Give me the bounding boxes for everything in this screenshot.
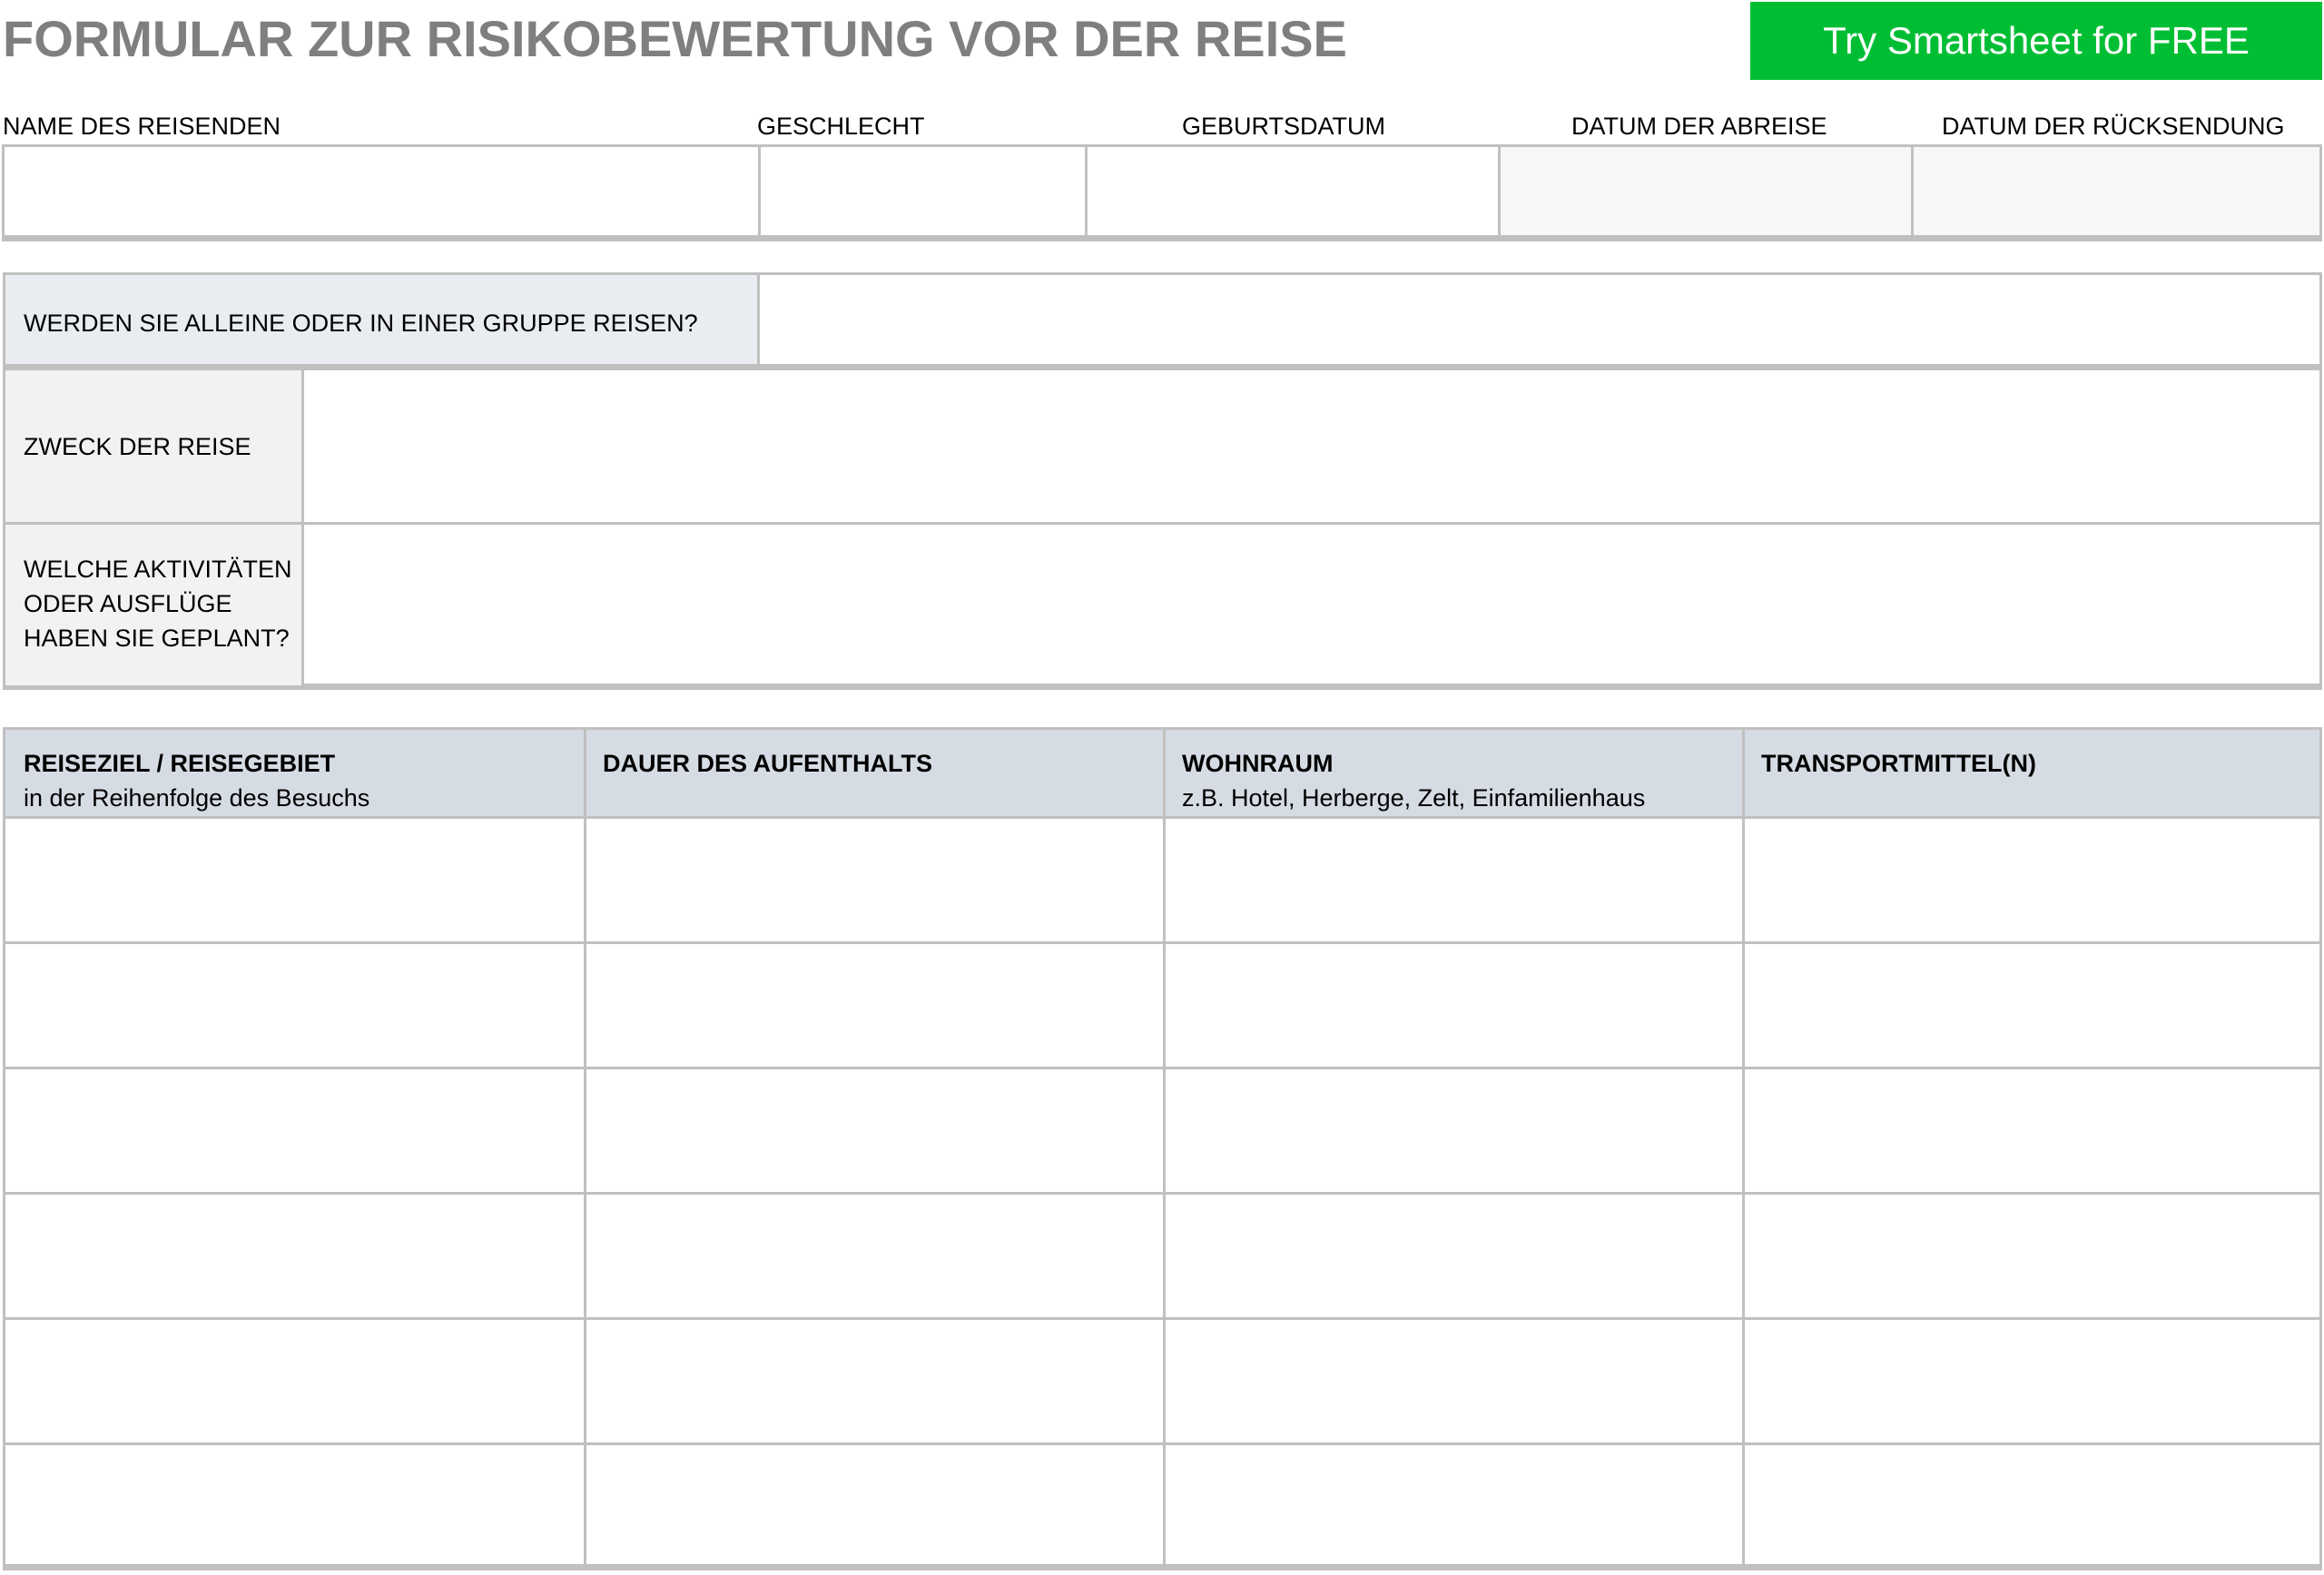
activities-label-line: HABEN SIE GEPLANT? [24,625,290,652]
group-question-cell: WERDEN SIE ALLEINE ODER IN EINER GRUPPE … [5,275,757,364]
accommodation-header-title: WOHNRAUM [1182,750,1334,777]
gender-cell [758,147,1085,235]
activities-label: WELCHE AKTIVITÄTEN ODER AUSFLÜGE HABEN S… [24,552,292,655]
itinerary-cell-input[interactable] [5,1195,584,1317]
group-answer-input[interactable] [763,275,2319,364]
itinerary-cell-input[interactable] [586,1320,1163,1442]
itinerary-cell-input[interactable] [5,1320,584,1442]
activities-input[interactable] [307,525,2319,685]
itinerary-cell-input[interactable] [1745,1320,2319,1442]
itinerary-cell-input[interactable] [586,1445,1163,1564]
departure-date-cell [1498,147,1911,235]
gender-input[interactable] [761,147,1085,235]
itinerary-cell-input[interactable] [1166,1069,1742,1192]
return-date-input[interactable] [1914,147,2319,235]
itinerary-cell-input[interactable] [5,819,584,941]
itinerary-cell-input[interactable] [1166,819,1742,941]
transport-header: TRANSPORTMITTEL(N) [1761,746,2036,781]
birthdate-label: GEBURTSDATUM [1182,113,1386,140]
divider [757,275,760,364]
itinerary-cell-input[interactable] [1166,944,1742,1067]
itinerary-cell-input[interactable] [1166,1320,1742,1442]
accommodation-header-subtitle: z.B. Hotel, Herberge, Zelt, Einfamilienh… [1182,784,1646,812]
itinerary-cell-input[interactable] [1745,1195,2319,1317]
itinerary-cell-input[interactable] [5,944,584,1067]
destination-header-subtitle: in der Reihenfolge des Besuchs [24,784,370,812]
itinerary-cell-input[interactable] [1745,819,2319,941]
duration-header-title: DAUER DES AUFENTHALTS [603,750,932,777]
return-date-label: DATUM DER RÜCKSENDUNG [1942,113,2285,140]
activities-label-line: WELCHE AKTIVITÄTEN [24,556,292,583]
itinerary-cell-input[interactable] [5,1069,584,1192]
birthdate-cell [1085,147,1498,235]
page-title: FORMULAR ZUR RISIKOBEWERTUNG VOR DER REI… [3,10,1347,67]
departure-date-input[interactable] [1501,147,1911,235]
itinerary-cell-input[interactable] [1166,1195,1742,1317]
group-question-label: WERDEN SIE ALLEINE ODER IN EINER GRUPPE … [24,310,698,337]
itinerary-cell-input[interactable] [1745,944,2319,1067]
destination-header: REISEZIEL / REISEGEBIET in der Reihenfol… [24,746,369,815]
traveler-name-input[interactable] [5,147,758,235]
divider [5,364,2319,370]
activities-label-cell: WELCHE AKTIVITÄTEN ODER AUSFLÜGE HABEN S… [5,525,301,685]
purpose-label-cell: ZWECK DER REISE [5,370,301,522]
return-date-cell [1911,147,2319,235]
traveler-info-row [2,144,2322,241]
transport-header-title: TRANSPORTMITTEL(N) [1761,750,2036,777]
gender-label: GESCHLECHT [757,113,925,140]
itinerary-cell-input[interactable] [1166,1445,1742,1564]
itinerary-table: REISEZIEL / REISEGEBIET in der Reihenfol… [3,727,2322,1570]
divider [301,370,304,685]
purpose-input[interactable] [307,370,2319,522]
purpose-label: ZWECK DER REISE [24,433,251,460]
itinerary-cell-input[interactable] [5,1445,584,1564]
itinerary-cell-input[interactable] [586,1069,1163,1192]
destination-header-title: REISEZIEL / REISEGEBIET [24,750,336,777]
accommodation-header: WOHNRAUM z.B. Hotel, Herberge, Zelt, Ein… [1182,746,1645,815]
trip-questions-block: WERDEN SIE ALLEINE ODER IN EINER GRUPPE … [3,272,2322,690]
departure-date-label: DATUM DER ABREISE [1571,113,1827,140]
itinerary-cell-input[interactable] [1745,1069,2319,1192]
itinerary-cell-input[interactable] [586,944,1163,1067]
itinerary-cell-input[interactable] [586,1195,1163,1317]
itinerary-cell-input[interactable] [586,819,1163,941]
try-smartsheet-button[interactable]: Try Smartsheet for FREE [1750,2,2322,80]
traveler-name-label: NAME DES REISENDEN [3,113,281,140]
birthdate-input[interactable] [1088,147,1498,235]
activities-label-line: ODER AUSFLÜGE [24,590,232,617]
itinerary-cell-input[interactable] [1745,1445,2319,1564]
duration-header: DAUER DES AUFENTHALTS [603,746,932,781]
